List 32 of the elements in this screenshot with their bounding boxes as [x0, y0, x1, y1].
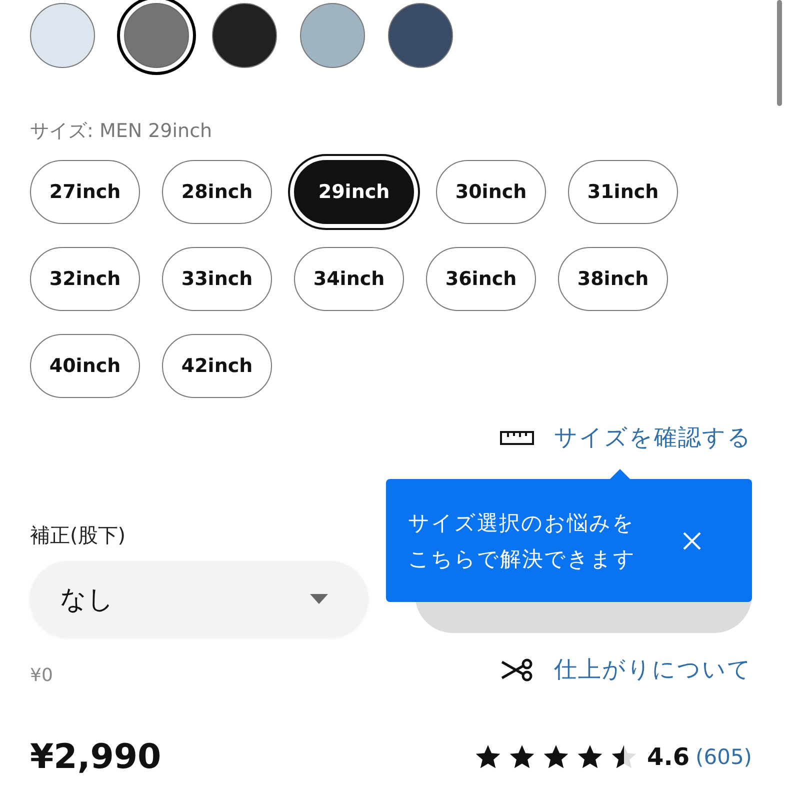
star-icon	[543, 744, 570, 770]
rating-score: 4.6	[647, 743, 690, 771]
size-option[interactable]: 32inch	[30, 247, 140, 311]
size-option[interactable]: 36inch	[426, 247, 536, 311]
alteration-price: ¥0	[30, 665, 54, 686]
review-count[interactable]: (605)	[696, 745, 752, 769]
size-option[interactable]: 27inch	[30, 160, 140, 224]
size-option[interactable]: 42inch	[162, 334, 272, 398]
alteration-label: 補正(股下)	[30, 522, 127, 549]
size-option[interactable]: 38inch	[558, 247, 668, 311]
star-icon	[611, 744, 638, 770]
alteration-select[interactable]: なし	[30, 561, 368, 637]
size-guide-link[interactable]: サイズを確認する	[554, 422, 752, 453]
tooltip-text: サイズ選択のお悩みを	[408, 510, 636, 536]
ruler-icon	[500, 430, 534, 444]
scrollbar[interactable]	[777, 0, 782, 106]
close-icon[interactable]	[682, 530, 702, 550]
size-option[interactable]: 40inch	[30, 334, 140, 398]
star-icon	[475, 744, 502, 770]
caret-icon	[310, 594, 328, 604]
size-option[interactable]: 33inch	[162, 247, 272, 311]
size-option[interactable]: 34inch	[294, 247, 404, 311]
scissors-icon	[500, 658, 534, 682]
size-option[interactable]: 30inch	[436, 160, 546, 224]
star-icon	[577, 744, 604, 770]
star-icon	[509, 744, 536, 770]
finish-link[interactable]: 仕上がりについて	[554, 654, 752, 685]
tooltip-text: こちらで解決できます	[408, 546, 636, 572]
size-option[interactable]: 28inch	[162, 160, 272, 224]
price: ¥2,990	[30, 737, 162, 777]
size-option[interactable]: 31inch	[568, 160, 678, 224]
size-label: サイズ: MEN 29inch	[30, 119, 214, 144]
